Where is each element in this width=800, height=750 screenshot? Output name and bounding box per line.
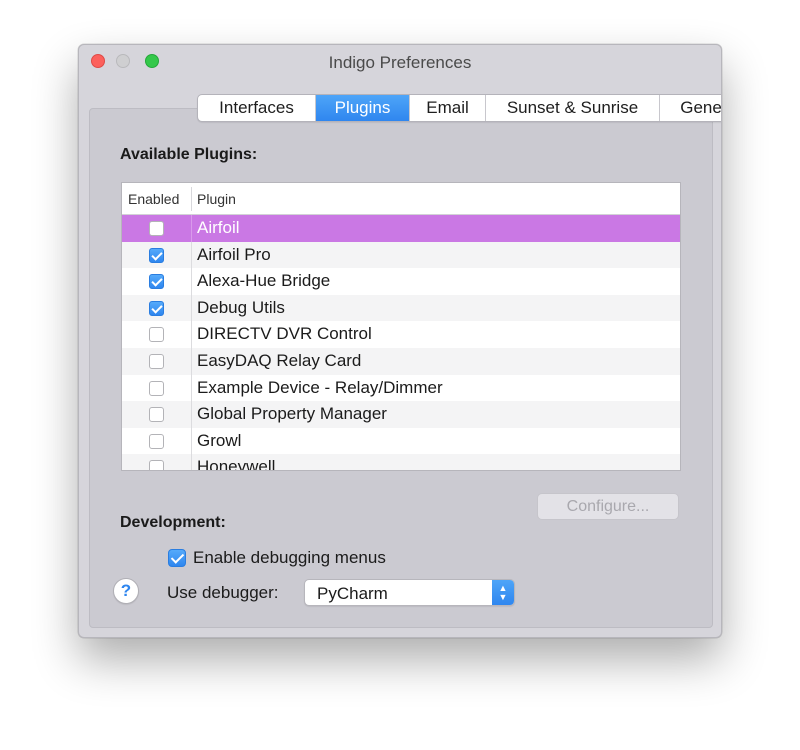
plugin-name: EasyDAQ Relay Card	[197, 351, 362, 370]
column-divider	[191, 215, 192, 242]
window-title: Indigo Preferences	[328, 53, 472, 72]
preferences-window: Indigo Preferences Interfaces Plugins Em…	[78, 44, 722, 638]
column-header-enabled[interactable]: Enabled	[128, 191, 179, 207]
table-row[interactable]: Honeywell	[122, 454, 680, 471]
debugger-select[interactable]: PyCharm ▲ ▼	[304, 579, 515, 606]
table-row[interactable]: Example Device - Relay/Dimmer	[122, 374, 680, 402]
table-row[interactable]: Debug Utils	[122, 294, 680, 322]
column-divider[interactable]	[191, 187, 192, 211]
table-row[interactable]: Airfoil	[122, 215, 680, 242]
tab-interfaces[interactable]: Interfaces	[198, 95, 315, 121]
plugin-name: Airfoil	[197, 218, 240, 237]
table-row[interactable]: EasyDAQ Relay Card	[122, 348, 680, 375]
plugin-name: Honeywell	[197, 457, 276, 471]
plugin-name: Airfoil Pro	[197, 244, 271, 264]
plugin-enabled-checkbox[interactable]	[149, 274, 164, 290]
plugin-name: DIRECTV DVR Control	[197, 324, 372, 344]
column-divider	[191, 401, 192, 428]
enable-debugging-menus-label[interactable]: Enable debugging menus	[193, 548, 386, 568]
enable-debugging-menus-checkbox[interactable]	[168, 549, 186, 567]
help-button[interactable]: ?	[113, 578, 139, 604]
column-divider	[191, 374, 192, 402]
plugin-name: Alexa-Hue Bridge	[197, 271, 331, 291]
plugin-name: Example Device - Relay/Dimmer	[197, 377, 443, 397]
tab-sunset-sunrise[interactable]: Sunset & Sunrise	[485, 95, 659, 121]
plugin-enabled-checkbox[interactable]	[149, 433, 164, 449]
plugin-enabled-checkbox[interactable]	[149, 300, 164, 316]
column-divider	[191, 427, 192, 455]
table-row[interactable]: Airfoil Pro	[122, 241, 680, 269]
table-row[interactable]: Global Property Manager	[122, 401, 680, 428]
column-divider	[191, 294, 192, 322]
column-divider	[191, 348, 192, 375]
debugger-select-value: PyCharm	[317, 584, 388, 603]
plugins-table[interactable]: Enabled Plugin Airfoil Airfoil Pro Alexa-H…	[121, 182, 681, 471]
table-row[interactable]: DIRECTV DVR Control	[122, 321, 680, 348]
table-row[interactable]: Alexa-Hue Bridge	[122, 268, 680, 295]
plugin-name: Growl	[197, 430, 242, 450]
chevron-up-down-icon: ▲ ▼	[492, 580, 514, 605]
tab-plugins[interactable]: Plugins	[315, 95, 409, 121]
plugin-enabled-checkbox[interactable]	[149, 380, 164, 396]
available-plugins-label: Available Plugins:	[120, 146, 258, 163]
column-divider	[191, 241, 192, 269]
plugin-enabled-checkbox[interactable]	[149, 354, 164, 369]
tab-general[interactable]: General	[659, 95, 721, 121]
plugin-name: Global Property Manager	[197, 404, 387, 424]
use-debugger-label: Use debugger:	[167, 583, 279, 602]
plugin-enabled-checkbox[interactable]	[149, 327, 164, 343]
plugin-enabled-checkbox[interactable]	[149, 221, 164, 236]
plugin-enabled-checkbox[interactable]	[149, 460, 164, 470]
table-row[interactable]: Growl	[122, 427, 680, 455]
column-divider	[191, 454, 192, 470]
column-divider	[191, 268, 192, 295]
tab-bar: Interfaces Plugins Email Sunset & Sunris…	[197, 94, 721, 122]
table-header: Enabled Plugin	[122, 183, 680, 215]
plugin-enabled-checkbox[interactable]	[149, 407, 164, 423]
column-header-plugin[interactable]: Plugin	[197, 191, 236, 207]
column-divider	[191, 321, 192, 348]
title-bar[interactable]: Indigo Preferences	[79, 45, 721, 79]
plugin-name: Debug Utils	[197, 297, 285, 317]
tab-email[interactable]: Email	[409, 95, 485, 121]
development-label: Development:	[120, 514, 226, 531]
plugin-enabled-checkbox[interactable]	[149, 247, 164, 263]
configure-button[interactable]: Configure...	[537, 493, 679, 520]
